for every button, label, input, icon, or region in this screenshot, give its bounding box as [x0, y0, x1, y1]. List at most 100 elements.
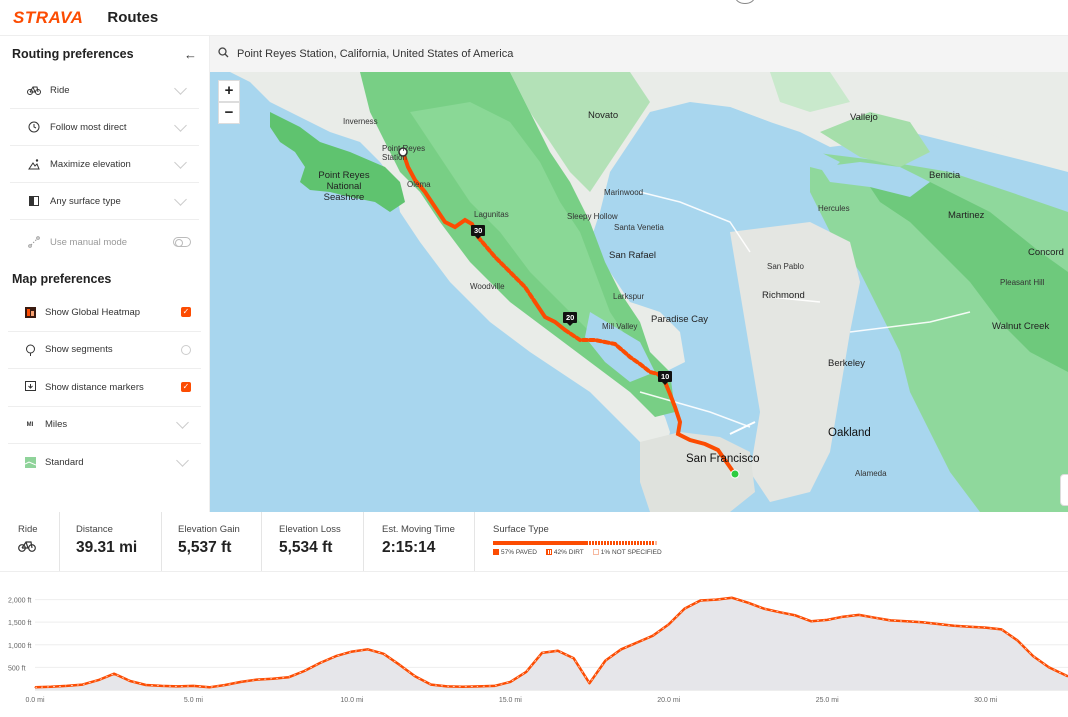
distance-marker-20[interactable]: 20: [563, 312, 578, 326]
paved-label: 57% PAVED: [501, 549, 537, 556]
surface-icon: [24, 196, 44, 206]
elevation-point: [826, 619, 828, 621]
surface-paved-segment: [493, 541, 587, 545]
elevation-point: [588, 682, 591, 684]
map-label-concord: Concord: [1028, 247, 1064, 258]
elevation-point: [953, 625, 955, 627]
chevron-down-icon: [174, 118, 187, 132]
elevation-point: [699, 599, 702, 602]
x-tick-label: 10.0 mi: [340, 697, 363, 704]
elevation-point: [509, 681, 511, 683]
map-label-san-rafael: San Rafael: [609, 250, 657, 261]
route-map[interactable]: + − Novato Vallejo Inverness Point Reyes…: [210, 72, 1068, 512]
x-tick-label: 20.0 mi: [657, 697, 680, 704]
paved-swatch: [493, 549, 499, 555]
chevron-down-icon: [174, 155, 187, 169]
elevation-point: [1000, 628, 1003, 630]
elevation-point: [367, 648, 369, 650]
elevation-point: [684, 608, 686, 610]
distance-markers-label: Show distance markers: [45, 381, 144, 393]
distance-marker-10[interactable]: 10: [658, 371, 673, 385]
elevation-point: [842, 616, 844, 618]
arrow-left-icon[interactable]: ←: [184, 47, 197, 62]
elevation-point: [969, 626, 971, 628]
distance-marker-icon: [22, 381, 38, 393]
elevation-point: [604, 660, 607, 662]
pref-global-heatmap[interactable]: Show Global Heatmap ✓: [8, 294, 201, 332]
search-input[interactable]: [237, 48, 937, 60]
elevation-point: [1016, 639, 1018, 641]
dirt-swatch: [545, 549, 552, 555]
zoom-in-button[interactable]: +: [218, 80, 240, 102]
pref-any-surface[interactable]: Any surface type: [10, 183, 199, 220]
map-label-inverness: Inverness: [343, 117, 378, 126]
chevron-down-icon: [174, 81, 187, 95]
elevation-point: [905, 620, 908, 622]
routing-preferences-title: Routing preferences: [12, 47, 134, 61]
elevation-point: [335, 655, 337, 657]
elevation-profile[interactable]: 500 ft 1,000 ft 1,500 ft 2,000 ft 0.0 mi 5.0 …: [0, 572, 1068, 712]
location-search-bar: [210, 36, 1068, 72]
elevation-point: [858, 614, 860, 616]
stat-mode-label: Ride: [18, 524, 38, 535]
stat-mode: Ride: [0, 512, 60, 571]
heatmap-checkbox[interactable]: ✓: [181, 307, 191, 318]
pref-map-style[interactable]: Standard: [8, 444, 201, 482]
routing-preferences-header: Routing preferences ←: [0, 36, 209, 72]
pref-distance-markers[interactable]: Show distance markers ✓: [8, 369, 201, 407]
elevation-point: [446, 685, 448, 687]
elevation-point: [715, 599, 717, 601]
strava-logo[interactable]: STRAVA: [13, 8, 83, 28]
elevation-point: [81, 684, 84, 686]
elevation-point: [890, 619, 892, 621]
units-icon: MI: [26, 421, 34, 428]
pref-units[interactable]: MI Miles: [8, 407, 201, 444]
map-label-lagunitas: Lagunitas: [474, 210, 509, 219]
manual-mode-label: Use manual mode: [50, 236, 128, 248]
elevation-point: [620, 648, 622, 650]
elevation-point: [351, 651, 353, 653]
end-point-icon[interactable]: [730, 469, 740, 479]
pref-follow-most-direct[interactable]: Follow most direct: [10, 109, 199, 146]
segment-icon: [22, 344, 38, 356]
segments-checkbox[interactable]: [181, 344, 191, 355]
map-label-benicia: Benicia: [929, 170, 961, 181]
stat-elevation-loss: Elevation Loss 5,534 ft: [262, 512, 364, 571]
distance-markers-checkbox[interactable]: ✓: [181, 382, 191, 393]
dirt-label: 42% DIRT: [553, 549, 584, 556]
distance-marker-30[interactable]: 30: [471, 225, 486, 239]
distance-label: Distance: [76, 524, 113, 535]
pref-ride[interactable]: Ride: [10, 72, 199, 109]
y-tick-label: 500 ft: [8, 665, 26, 672]
pref-show-segments[interactable]: Show segments: [8, 332, 201, 369]
map-label-martinez: Martinez: [948, 210, 985, 221]
profile-icon[interactable]: [735, 0, 755, 4]
elevation-point: [256, 679, 258, 681]
manual-mode-toggle[interactable]: [173, 237, 191, 247]
moving-time-label: Est. Moving Time: [382, 524, 455, 535]
y-tick-label: 1,000 ft: [8, 643, 31, 650]
zoom-out-button[interactable]: −: [218, 102, 240, 124]
map-label-pleasant-hill: Pleasant Hill: [1000, 278, 1045, 287]
elevation-point: [113, 673, 115, 675]
y-tick-label: 1,500 ft: [8, 620, 31, 627]
map-label-berkeley: Berkeley: [828, 358, 865, 369]
pref-manual-mode[interactable]: Use manual mode: [10, 220, 199, 264]
map-side-button[interactable]: [1060, 474, 1068, 506]
surface-bar: [493, 541, 657, 545]
pref-maximize-elevation[interactable]: Maximize elevation: [10, 146, 199, 183]
x-tick-label: 15.0 mi: [499, 697, 522, 704]
elevation-point: [240, 681, 242, 683]
stat-moving-time: Est. Moving Time 2:15:14: [364, 512, 475, 571]
elevation-point: [1048, 666, 1050, 668]
map-label-olema: Olema: [407, 180, 431, 189]
elevation-point: [319, 662, 321, 664]
chevron-down-icon: [176, 416, 189, 430]
map-label-paradise-cay: Paradise Cay: [651, 314, 709, 325]
chevron-down-icon: [176, 454, 189, 468]
clock-icon: [24, 121, 44, 133]
map-label-alameda: Alameda: [855, 469, 887, 478]
page-title: Routes: [107, 9, 159, 26]
surface-legend: 57% PAVED 42% DIRT 1% NOT SPECIFIED: [493, 549, 662, 556]
map-label-walnut-creek: Walnut Creek: [992, 321, 1050, 332]
